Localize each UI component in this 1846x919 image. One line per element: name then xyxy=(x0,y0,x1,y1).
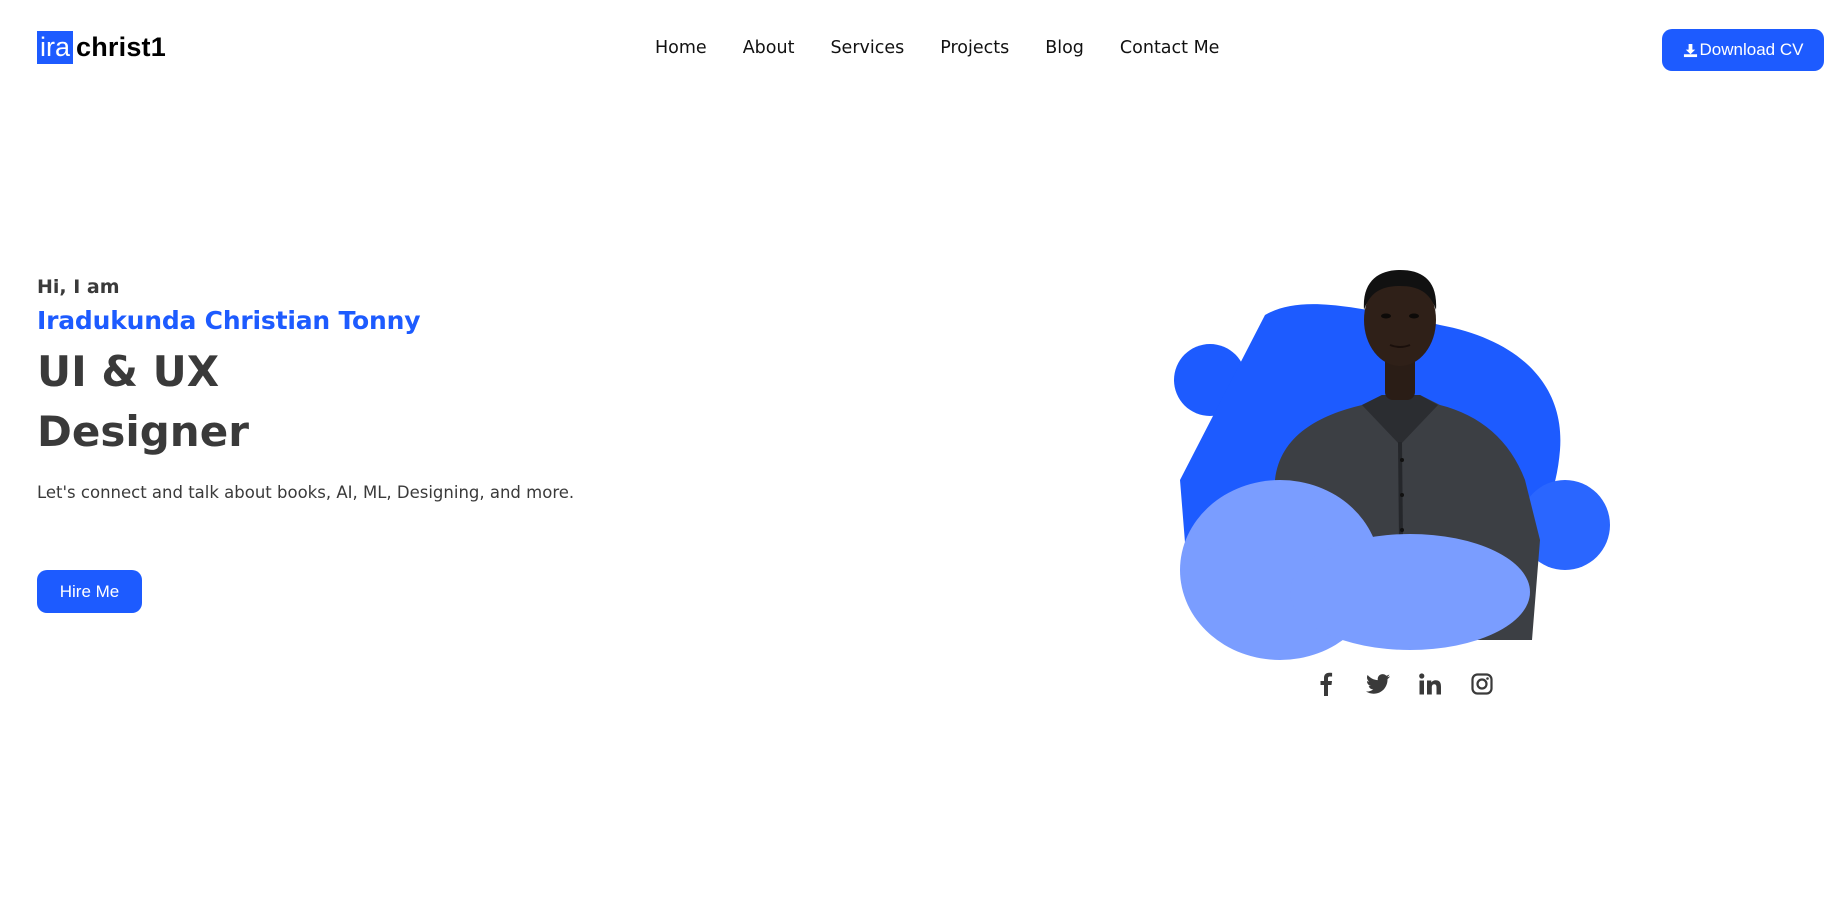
social-links xyxy=(1300,668,1508,700)
linkedin-icon xyxy=(1419,673,1441,695)
instagram-icon xyxy=(1471,673,1493,695)
nav-contact[interactable]: Contact Me xyxy=(1120,38,1220,58)
hero-role: UI & UX Designer xyxy=(37,342,337,462)
hero-role-line1: UI & UX xyxy=(37,347,220,396)
download-cv-label: Download CV xyxy=(1699,40,1804,59)
hire-me-button[interactable]: Hire Me xyxy=(37,570,142,613)
twitter-icon xyxy=(1366,674,1390,694)
main-nav: Home About Services Projects Blog Contac… xyxy=(655,38,1255,58)
nav-about[interactable]: About xyxy=(743,38,795,58)
nav-home[interactable]: Home xyxy=(655,38,707,58)
facebook-icon xyxy=(1320,672,1333,696)
hero-greeting: Hi, I am xyxy=(37,276,120,298)
nav-blog[interactable]: Blog xyxy=(1045,38,1084,58)
hero-illustration xyxy=(1174,270,1610,660)
nav-services[interactable]: Services xyxy=(830,38,904,58)
linkedin-link[interactable] xyxy=(1404,668,1456,700)
logo-box: ira xyxy=(37,31,74,64)
download-cv-button[interactable]: Download CV xyxy=(1662,29,1824,71)
facebook-link[interactable] xyxy=(1300,668,1352,700)
site-logo[interactable]: ira christ1 xyxy=(37,31,166,64)
blob-light-bottom xyxy=(1290,534,1530,650)
download-icon xyxy=(1683,43,1697,57)
hero-tagline: Let's connect and talk about books, AI, … xyxy=(37,483,575,502)
site-header: ira christ1 Home About Services Projects… xyxy=(0,0,1846,100)
twitter-link[interactable] xyxy=(1352,668,1404,700)
logo-text: christ1 xyxy=(76,32,166,62)
nav-projects[interactable]: Projects xyxy=(940,38,1009,58)
hero-role-line2: Designer xyxy=(37,407,249,456)
hero-name: Iradukunda Christian Tonny xyxy=(37,306,421,335)
instagram-link[interactable] xyxy=(1456,668,1508,700)
